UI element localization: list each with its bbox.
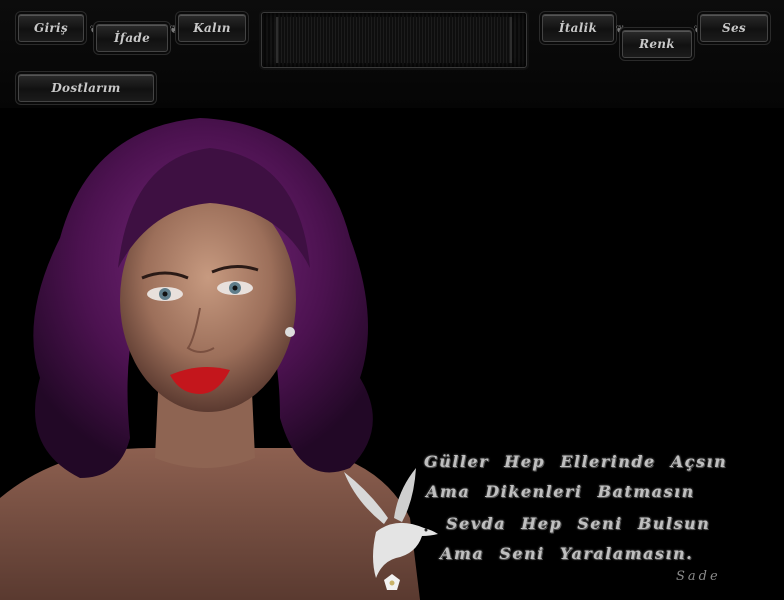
nav-button-giris[interactable]: Giriş xyxy=(18,14,84,42)
poem-line: Ama Dikenleri Batmasın xyxy=(426,482,695,501)
nav-button-italik[interactable]: İtalik xyxy=(542,14,614,42)
center-display-panel xyxy=(261,12,527,68)
dove-body-shape xyxy=(373,522,438,578)
nav-button-ses[interactable]: Ses xyxy=(700,14,768,42)
center-panel-inner xyxy=(276,17,512,63)
poem-line: Güller Hep Ellerinde Açsın xyxy=(424,452,728,471)
poem-line: Ama Seni Yaralamasın. xyxy=(440,544,694,563)
dove-wing-shape xyxy=(344,472,388,524)
nav-button-ifade[interactable]: İfade xyxy=(96,24,168,52)
nav-button-kalin[interactable]: Kalın xyxy=(178,14,246,42)
nav-button-dostlarim[interactable]: Dostlarım xyxy=(18,74,154,102)
nav-button-renk[interactable]: Renk xyxy=(622,30,692,58)
signature: Sade xyxy=(676,569,721,584)
poem-line: Sevda Hep Seni Bulsun xyxy=(446,514,711,533)
top-navigation: Giriş ❦ İfade ❦ Kalın İtalik ❦ Renk ❦ Se… xyxy=(0,0,784,108)
